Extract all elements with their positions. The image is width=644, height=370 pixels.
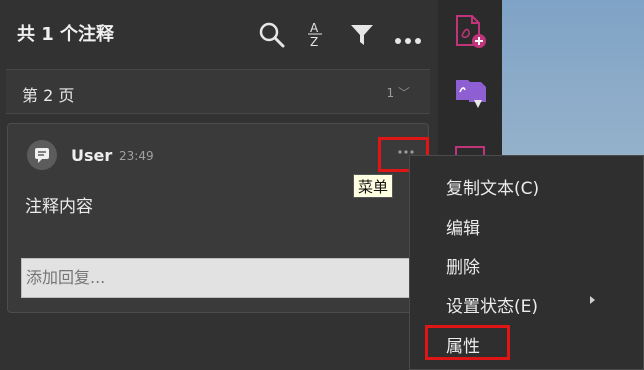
search-icon[interactable]	[258, 21, 286, 53]
page-group-label: 第 2 页	[22, 86, 75, 105]
panel-title: 共 1 个注释	[17, 24, 115, 45]
svg-text:Z: Z	[310, 35, 318, 49]
menu-item-copy-text[interactable]: 复制文本(C)	[446, 174, 539, 199]
comment-time: 23:49	[119, 149, 154, 163]
filter-icon[interactable]	[350, 23, 374, 51]
comments-panel: 共 1 个注释 AZ 第 2 页 1 ﹀ User 23:49 注释内容 菜单	[0, 0, 438, 370]
page-count: 1 ﹀	[387, 84, 410, 101]
comment-avatar-icon	[35, 148, 49, 163]
sort-az-icon[interactable]: AZ	[306, 19, 326, 53]
comment-author: User	[71, 146, 113, 165]
comment-content: 注释内容	[25, 197, 93, 217]
chevron-down-icon: ﹀	[397, 86, 410, 100]
export-pdf-icon[interactable]	[454, 76, 488, 116]
submenu-arrow-icon	[590, 296, 595, 304]
panel-header: 共 1 个注释 AZ	[0, 0, 438, 66]
properties-highlight	[425, 325, 510, 360]
more-options-icon[interactable]	[394, 30, 422, 49]
page-count-value: 1	[386, 86, 395, 100]
menu-tooltip: 菜单	[353, 174, 394, 198]
menu-item-set-status[interactable]: 设置状态(E)	[446, 292, 538, 317]
menu-item-edit[interactable]: 编辑	[446, 214, 480, 239]
reply-input[interactable]	[21, 258, 415, 298]
add-pdf-icon[interactable]	[454, 14, 488, 54]
comment-avatar	[27, 140, 57, 170]
svg-text:A: A	[310, 21, 319, 35]
menu-item-delete[interactable]: 删除	[446, 253, 480, 278]
page-group-header[interactable]: 第 2 页 1 ﹀	[6, 69, 430, 114]
comment-card[interactable]: User 23:49 注释内容	[7, 123, 429, 313]
